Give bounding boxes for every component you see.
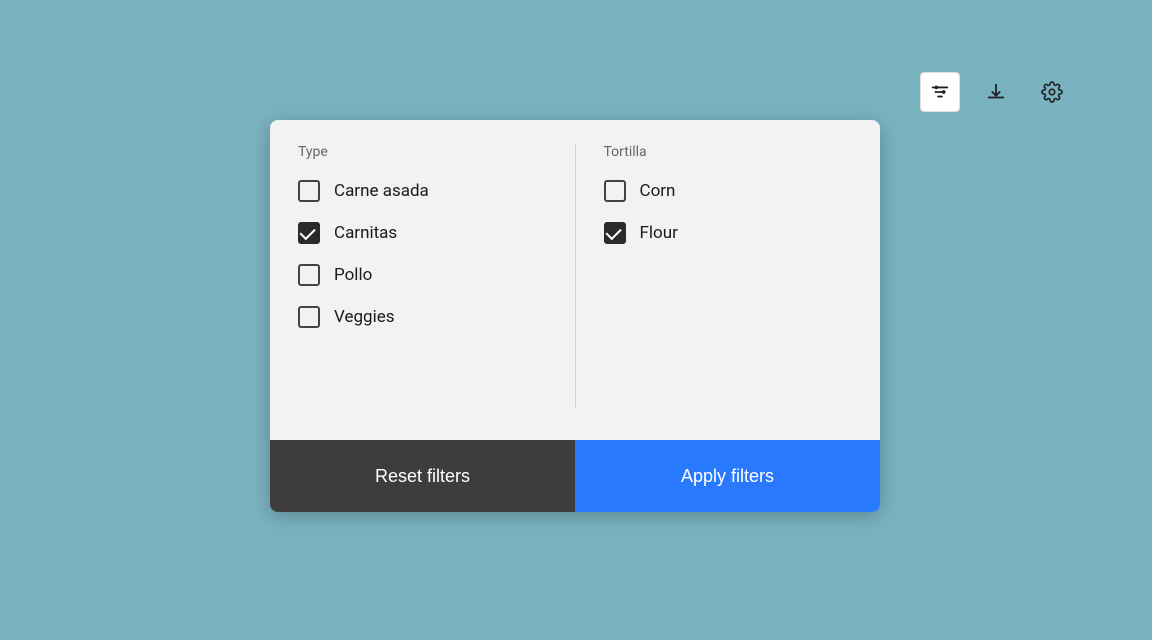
filter-footer: Reset filters Apply filters xyxy=(270,440,880,512)
checkbox-corn[interactable] xyxy=(604,180,626,202)
settings-icon xyxy=(1041,81,1063,103)
tortilla-column: Tortilla Corn Flour xyxy=(575,144,881,408)
filter-panel: Type Carne asada Carnitas Pollo Veggies … xyxy=(270,120,880,512)
checkbox-carne-asada[interactable] xyxy=(298,180,320,202)
option-carnitas[interactable]: Carnitas xyxy=(298,222,547,244)
tortilla-column-label: Tortilla xyxy=(604,144,853,160)
download-icon-button[interactable] xyxy=(976,72,1016,112)
checkbox-carnitas[interactable] xyxy=(298,222,320,244)
label-pollo: Pollo xyxy=(334,265,372,285)
filter-icon xyxy=(929,81,951,103)
type-column: Type Carne asada Carnitas Pollo Veggies xyxy=(270,144,575,408)
filter-icon-button[interactable] xyxy=(920,72,960,112)
reset-filters-button[interactable]: Reset filters xyxy=(270,440,575,512)
checkbox-veggies[interactable] xyxy=(298,306,320,328)
label-veggies: Veggies xyxy=(334,307,395,327)
label-carnitas: Carnitas xyxy=(334,223,397,243)
option-veggies[interactable]: Veggies xyxy=(298,306,547,328)
apply-filters-button[interactable]: Apply filters xyxy=(575,440,880,512)
type-column-label: Type xyxy=(298,144,547,160)
option-pollo[interactable]: Pollo xyxy=(298,264,547,286)
label-carne-asada: Carne asada xyxy=(334,181,429,201)
checkbox-pollo[interactable] xyxy=(298,264,320,286)
settings-icon-button[interactable] xyxy=(1032,72,1072,112)
download-icon xyxy=(985,81,1007,103)
label-corn: Corn xyxy=(640,181,676,201)
checkbox-flour[interactable] xyxy=(604,222,626,244)
toolbar xyxy=(920,72,1072,112)
label-flour: Flour xyxy=(640,223,678,243)
filter-body: Type Carne asada Carnitas Pollo Veggies … xyxy=(270,120,880,440)
option-flour[interactable]: Flour xyxy=(604,222,853,244)
option-carne-asada[interactable]: Carne asada xyxy=(298,180,547,202)
option-corn[interactable]: Corn xyxy=(604,180,853,202)
